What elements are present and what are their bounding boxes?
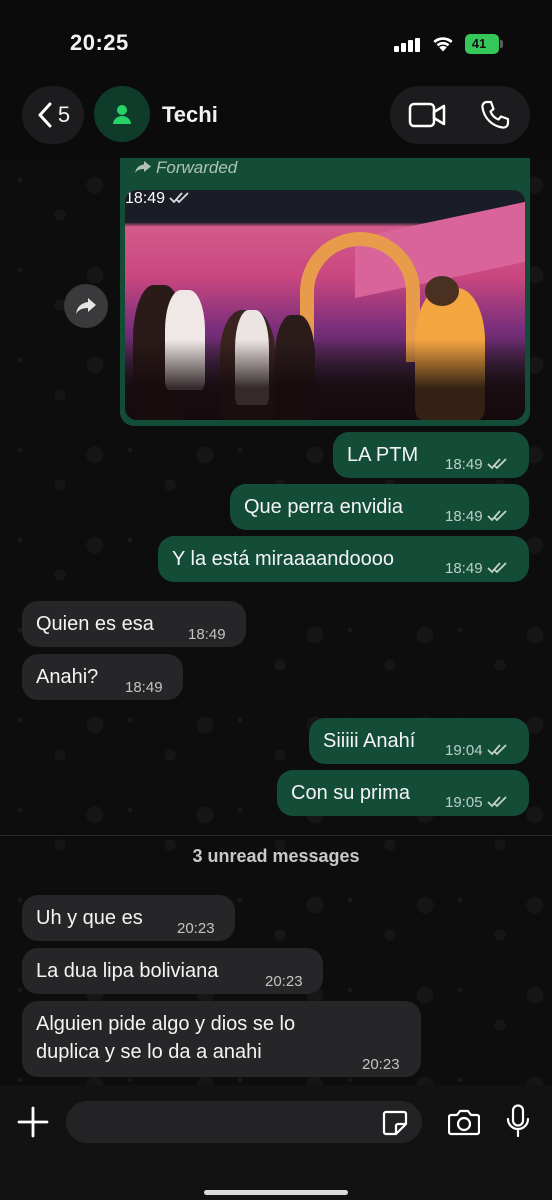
contact-name[interactable]: Techi: [162, 102, 218, 128]
plus-icon[interactable]: [16, 1105, 50, 1139]
status-bar: 20:25 41: [0, 0, 552, 80]
message-bubble-outgoing[interactable]: Siiiii Anahí 19:04: [309, 718, 529, 764]
cellular-signal-icon: [394, 38, 422, 52]
media-timestamp: 18:49: [125, 190, 189, 207]
microphone-icon[interactable]: [506, 1104, 530, 1138]
voice-call-icon[interactable]: [480, 100, 510, 130]
message-bubble-incoming[interactable]: Alguien pide algo y dios se lo duplica y…: [22, 1001, 421, 1077]
forwarded-label: Forwarded: [134, 158, 237, 178]
message-bubble-incoming[interactable]: Uh y que es 20:23: [22, 895, 235, 941]
video-call-icon[interactable]: [408, 101, 446, 129]
forwarded-arrow-icon: [135, 161, 151, 173]
read-receipt-icon: [486, 744, 507, 756]
read-receipt-icon: [486, 458, 507, 470]
media-message[interactable]: Forwarded 18:49: [120, 158, 530, 426]
person-icon: [113, 105, 131, 124]
home-indicator[interactable]: [204, 1190, 348, 1195]
wifi-icon: [433, 37, 453, 52]
message-bubble-incoming[interactable]: Anahi? 18:49: [22, 654, 183, 700]
message-input[interactable]: [66, 1101, 422, 1143]
message-bubble-incoming[interactable]: Quien es esa 18:49: [22, 601, 246, 647]
forward-arrow-icon: [76, 298, 96, 314]
message-bubble-outgoing[interactable]: Que perra envidia 18:49: [230, 484, 529, 530]
call-actions: [390, 86, 530, 144]
battery-icon: 41: [465, 34, 503, 54]
concert-photo[interactable]: 18:49: [125, 190, 525, 420]
message-bubble-outgoing[interactable]: LA PTM 18:49: [333, 432, 529, 478]
message-bubble-outgoing[interactable]: Y la está miraaaandoooo 18:49: [158, 536, 529, 582]
forward-button[interactable]: [64, 284, 108, 328]
chat-header: 5 Techi: [0, 80, 552, 160]
unread-messages-label: 3 unread messages: [192, 846, 360, 866]
unread-divider: [0, 835, 552, 836]
read-receipt-icon: [486, 510, 507, 522]
back-button[interactable]: 5: [22, 86, 84, 144]
message-bubble-outgoing[interactable]: Con su prima 19:05: [277, 770, 529, 816]
camera-icon[interactable]: [448, 1107, 480, 1137]
composer-bar: [0, 1085, 552, 1200]
read-receipt-icon: [486, 562, 507, 574]
status-time: 20:25: [70, 30, 129, 55]
read-receipt-icon: [486, 796, 507, 808]
message-bubble-incoming[interactable]: La dua lipa boliviana 20:23: [22, 948, 323, 994]
sticker-icon[interactable]: [382, 1110, 408, 1136]
read-receipt-icon: [169, 192, 189, 204]
contact-avatar[interactable]: [94, 86, 150, 142]
chevron-left-icon: [38, 102, 52, 128]
unread-chats-count: 5: [57, 102, 71, 127]
battery-level: 41: [471, 36, 487, 51]
